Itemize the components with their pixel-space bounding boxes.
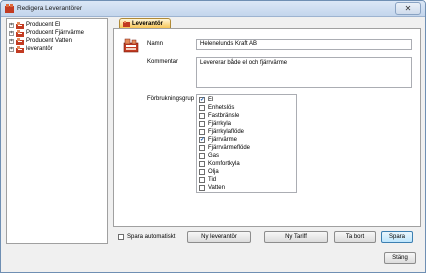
expand-icon[interactable]: +: [9, 46, 14, 52]
consumption-groups-list[interactable]: ✓ El Enhetslös Fastbränsle Fjärrkyla Fjär…: [196, 94, 297, 193]
checkbox-checked[interactable]: ✓: [199, 137, 205, 143]
comment-field[interactable]: Levererar både el och fjärrvärme: [196, 57, 412, 88]
group-fjarrvarme[interactable]: ✓ Fjärrvärme: [199, 136, 237, 144]
autosave-checkbox[interactable]: [118, 234, 124, 240]
new-tariff-button[interactable]: Ny Tariff: [264, 231, 328, 243]
close-window-button[interactable]: ✕: [395, 2, 421, 15]
checkbox[interactable]: [199, 169, 205, 175]
checkbox-checked[interactable]: ✓: [199, 97, 205, 103]
group-komfortkyla[interactable]: Komfortkyla: [199, 160, 240, 168]
checkbox[interactable]: [199, 113, 205, 119]
tree-item-label: Producent Fjärrvärme: [26, 30, 85, 36]
tree-item-label: leverantör: [26, 46, 53, 52]
group-gas[interactable]: Gas: [199, 152, 219, 160]
checkbox[interactable]: [199, 177, 205, 183]
title-bar: Redigera Leverantörer ✕: [1, 1, 425, 17]
group-vatten[interactable]: Vatten: [199, 184, 225, 192]
supplier-tab-icon: [123, 20, 130, 27]
expand-icon[interactable]: +: [9, 30, 14, 36]
group-fastbransle[interactable]: Fastbränsle: [199, 112, 239, 120]
supplier-folder-icon: [16, 29, 24, 37]
expand-icon[interactable]: +: [9, 38, 14, 44]
tree-item-label: Producent El: [26, 22, 61, 28]
autosave-option[interactable]: Spara automatiskt: [118, 234, 175, 240]
group-el[interactable]: ✓ El: [199, 96, 213, 104]
name-field[interactable]: Helenelunds Kraft AB: [196, 39, 412, 50]
checkbox[interactable]: [199, 121, 205, 127]
dialog-window: Redigera Leverantörer ✕ + Producent El +…: [0, 0, 426, 273]
checkbox[interactable]: [199, 153, 205, 159]
supplier-folder-icon: [16, 37, 24, 45]
tab-leverantor[interactable]: Leverantör: [119, 18, 171, 28]
tab-label: Leverantör: [132, 20, 164, 27]
checkbox[interactable]: [199, 129, 205, 135]
autosave-label: Spara automatiskt: [127, 234, 176, 240]
group-enhetslos[interactable]: Enhetslös: [199, 104, 234, 112]
group-fjarrvarmeflode[interactable]: Fjärrvärmeflöde: [199, 144, 250, 152]
checkbox[interactable]: [199, 145, 205, 151]
supplier-folder-icon: [16, 45, 24, 53]
delete-button[interactable]: Ta bort: [334, 231, 376, 243]
group-fjarrkyla[interactable]: Fjärrkyla: [199, 120, 231, 128]
expand-icon[interactable]: +: [9, 22, 14, 28]
name-label: Namn: [147, 41, 164, 47]
tree-item-label: Producent Vatten: [26, 38, 72, 44]
checkbox[interactable]: [199, 161, 205, 167]
tree-item-producent-el[interactable]: + Producent El: [9, 21, 60, 29]
group-tid[interactable]: Tid: [199, 176, 216, 184]
tree-item-producent-fjarrvarme[interactable]: + Producent Fjärrvärme: [9, 29, 84, 37]
supplier-building-icon: [123, 38, 139, 53]
consumption-groups-label: Förbrukningsgrup: [147, 96, 195, 102]
close-button[interactable]: Stäng: [384, 252, 416, 264]
group-olja[interactable]: Olja: [199, 168, 219, 176]
checkbox[interactable]: [199, 105, 205, 111]
checkbox[interactable]: [199, 185, 205, 191]
tree-item-producent-vatten[interactable]: + Producent Vatten: [9, 37, 72, 45]
app-icon: [5, 4, 14, 13]
comment-label: Kommentar: [147, 59, 179, 65]
new-supplier-button[interactable]: Ny leverantör: [187, 231, 251, 243]
tree-item-leverantor[interactable]: + leverantör: [9, 45, 53, 53]
supplier-folder-icon: [16, 21, 24, 29]
window-title: Redigera Leverantörer: [17, 5, 83, 12]
save-button[interactable]: Spara: [381, 231, 413, 243]
group-fjarrkylaflode[interactable]: Fjärrkylaflöde: [199, 128, 244, 136]
supplier-tree[interactable]: + Producent El + Producent Fjärrvärme + …: [6, 18, 108, 244]
